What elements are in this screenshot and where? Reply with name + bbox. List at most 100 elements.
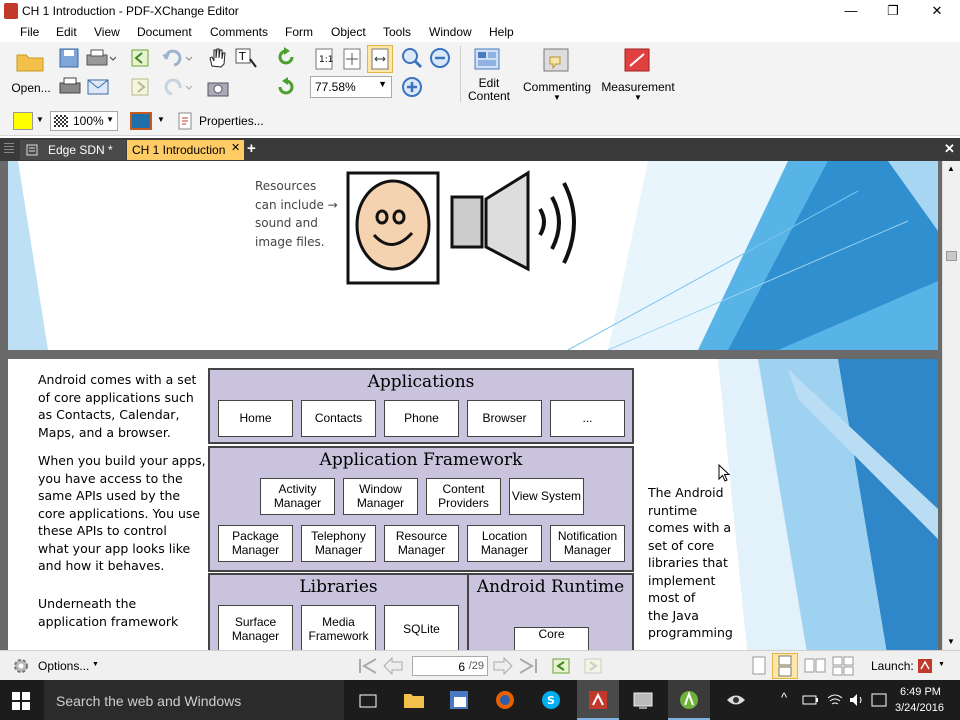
previous-view-icon[interactable]: [550, 656, 572, 676]
clock-date[interactable]: 3/24/2016: [895, 702, 944, 714]
launch-app-button[interactable]: ▼: [916, 656, 948, 676]
task-view-icon[interactable]: [358, 692, 378, 710]
snapshot-icon[interactable]: [206, 78, 232, 98]
firefox-icon[interactable]: [494, 689, 516, 711]
next-page-icon[interactable]: [490, 656, 514, 676]
commenting-button[interactable]: Commenting ▼: [520, 44, 592, 104]
printer-icon[interactable]: [58, 76, 82, 98]
hand-tool-icon[interactable]: [205, 46, 229, 70]
fit-page-icon[interactable]: [340, 47, 364, 71]
taskbar-search-box[interactable]: Search the web and Windows: [44, 680, 344, 720]
commenting-icon: [543, 48, 569, 72]
facing-continuous-icon[interactable]: [830, 655, 856, 677]
page-number-field[interactable]: 6 /29: [412, 656, 488, 676]
applications-layer: Applications Home Contacts Phone Browser…: [208, 368, 634, 444]
continuous-view-button[interactable]: [772, 653, 798, 679]
menu-help[interactable]: Help: [489, 25, 514, 39]
text-line: libraries that: [648, 555, 728, 570]
actual-size-icon[interactable]: 1:1: [312, 47, 336, 71]
menu-edit[interactable]: Edit: [56, 25, 77, 39]
framework-box: Resource Manager: [384, 525, 459, 562]
virtual-machine-icon[interactable]: [632, 689, 654, 711]
scroll-thumb[interactable]: [946, 251, 957, 261]
menu-object[interactable]: Object: [331, 25, 366, 39]
facing-pages-icon[interactable]: [802, 655, 828, 677]
stroke-color-swatch[interactable]: [130, 112, 152, 130]
app-box: Phone: [384, 400, 459, 437]
title-bar: CH 1 Introduction - PDF-XChange Editor —…: [0, 0, 960, 22]
close-document-icon[interactable]: ✕: [944, 141, 955, 157]
previous-page-icon[interactable]: [382, 656, 406, 676]
clock-time[interactable]: 6:49 PM: [900, 686, 941, 698]
zoom-in-icon[interactable]: [400, 75, 424, 99]
redo-icon[interactable]: [158, 76, 194, 98]
handwritten-note: Resources can include → sound and image …: [255, 177, 338, 251]
app-icon[interactable]: [4, 3, 18, 19]
outlook-icon[interactable]: [448, 689, 470, 711]
skype-icon[interactable]: S: [540, 689, 562, 711]
measurement-button[interactable]: Measurement ▼: [598, 44, 676, 104]
text-line: the Java: [648, 607, 699, 623]
rotate-clockwise-icon[interactable]: [275, 46, 297, 68]
properties-button[interactable]: Properties...: [176, 110, 266, 132]
framework-box: Activity Manager: [260, 478, 335, 515]
edit-content-button[interactable]: Edit Content: [464, 44, 512, 104]
zoom-out-icon[interactable]: [428, 46, 452, 70]
menu-view[interactable]: View: [94, 25, 120, 39]
tab-edge-sdn[interactable]: Edge SDN *: [20, 140, 126, 160]
input-method-icon[interactable]: [870, 692, 888, 708]
fit-width-button[interactable]: [367, 45, 393, 73]
vertical-scrollbar[interactable]: ▲ ▼: [942, 161, 960, 650]
last-page-icon[interactable]: [516, 656, 540, 676]
menu-form[interactable]: Form: [285, 25, 313, 39]
options-button[interactable]: Options... ▼: [12, 657, 102, 675]
minimize-button[interactable]: —: [828, 0, 874, 22]
intro-paragraph: Android comes with a set of core applica…: [38, 371, 196, 441]
app-icon-eye[interactable]: [725, 689, 747, 711]
menu-tools[interactable]: Tools: [383, 25, 411, 39]
zoom-dropdown[interactable]: 77.58% ▼: [310, 76, 392, 98]
wifi-icon[interactable]: [826, 692, 844, 708]
libraries-layer: Libraries Surface Manager Media Framewor…: [208, 573, 469, 650]
next-view-icon[interactable]: [582, 656, 604, 676]
tray-expand-icon[interactable]: ^: [781, 690, 787, 705]
chevron-down-icon[interactable]: ▼: [36, 115, 44, 124]
file-explorer-icon[interactable]: [403, 690, 425, 710]
forward-arrow-icon[interactable]: [128, 76, 152, 98]
tab-ch1-introduction[interactable]: CH 1 Introduction ✕: [127, 140, 244, 160]
menu-document[interactable]: Document: [137, 25, 192, 39]
single-page-icon[interactable]: [748, 655, 770, 677]
save-icon[interactable]: [58, 47, 80, 69]
text-line: Maps, and a browser.: [38, 424, 171, 440]
new-tab-icon[interactable]: +: [247, 140, 256, 157]
zoom-marquee-icon[interactable]: [400, 46, 424, 70]
chevron-down-icon[interactable]: ▼: [157, 115, 165, 124]
menu-window[interactable]: Window: [429, 25, 472, 39]
taskbar-pdfxchange-active[interactable]: [577, 680, 619, 720]
first-page-icon[interactable]: [356, 656, 380, 676]
windows-start-icon[interactable]: [12, 692, 30, 710]
menu-file[interactable]: File: [20, 25, 39, 39]
scroll-up-icon[interactable]: ▲: [947, 164, 955, 173]
volume-icon[interactable]: [848, 692, 866, 708]
print-icon[interactable]: [84, 47, 116, 69]
back-arrow-icon[interactable]: [128, 47, 152, 69]
open-button[interactable]: Open...: [8, 46, 51, 98]
email-icon[interactable]: [86, 76, 112, 98]
fill-color-swatch[interactable]: [13, 112, 33, 130]
close-tab-icon[interactable]: ✕: [231, 138, 240, 158]
layer-title: Application Framework: [319, 450, 523, 470]
undo-icon[interactable]: [158, 47, 194, 69]
opacity-dropdown[interactable]: 100% ▼: [50, 111, 118, 131]
rotate-counterclockwise-icon[interactable]: [275, 76, 297, 98]
document-view[interactable]: Resources can include → sound and image …: [0, 161, 942, 650]
select-text-icon[interactable]: T: [233, 46, 259, 70]
taskbar-android-studio[interactable]: [668, 680, 710, 720]
mouse-cursor-icon: [718, 464, 731, 482]
framework-box: Package Manager: [218, 525, 293, 562]
close-window-button[interactable]: ✕: [914, 0, 960, 22]
scroll-down-icon[interactable]: ▼: [947, 637, 955, 646]
menu-comments[interactable]: Comments: [210, 25, 268, 39]
maximize-button[interactable]: ❐: [870, 0, 916, 22]
battery-icon[interactable]: [802, 693, 820, 707]
